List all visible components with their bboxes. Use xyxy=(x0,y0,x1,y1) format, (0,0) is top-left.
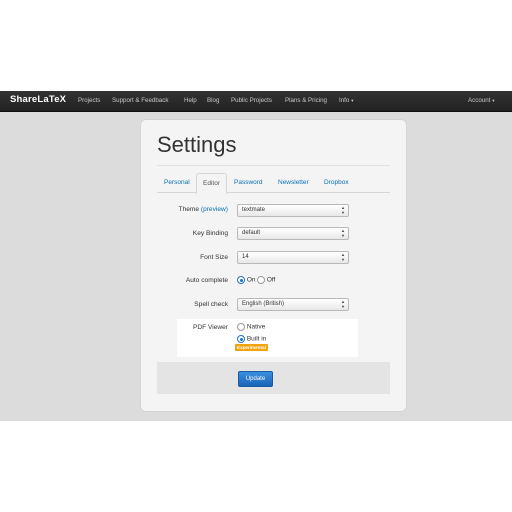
font-size-value: 14 xyxy=(242,254,249,260)
auto-complete-on[interactable]: On xyxy=(237,276,255,284)
key-binding-value: default xyxy=(242,230,261,236)
theme-label-row: Theme (preview) xyxy=(108,206,229,213)
spell-check-select[interactable]: English (British) ▲ ▼ xyxy=(237,298,349,311)
form-footer xyxy=(157,362,390,394)
key-binding-select[interactable]: default ▲ ▼ xyxy=(237,227,349,240)
tab-editor[interactable]: Editor xyxy=(196,173,227,194)
auto-complete-off[interactable]: Off xyxy=(257,276,275,284)
tab-password[interactable]: Password xyxy=(234,179,263,186)
page-title: Settings xyxy=(157,132,237,157)
theme-label: Theme xyxy=(178,206,200,213)
select-arrows-icon: ▲ ▼ xyxy=(341,252,345,262)
nav-blog[interactable]: Blog xyxy=(207,97,219,104)
top-navbar: ShareLaTeX Projects Support & Feedback H… xyxy=(0,91,512,112)
select-arrows-icon: ▲ ▼ xyxy=(341,299,345,309)
nav-info-label: Info xyxy=(339,97,350,104)
auto-complete-on-label: On xyxy=(246,276,256,284)
nav-public-projects[interactable]: Public Projects xyxy=(231,97,272,104)
tab-newsletter[interactable]: Newsletter xyxy=(278,179,309,186)
experimental-badge: Experimental xyxy=(235,344,268,351)
theme-preview-link[interactable]: (preview) xyxy=(201,206,228,213)
settings-card: Settings Personal Editor Password Newsle… xyxy=(140,119,407,412)
divider xyxy=(157,165,390,166)
tab-editor-label: Editor xyxy=(203,180,220,187)
nav-projects[interactable]: Projects xyxy=(78,97,100,104)
radio-checked-icon[interactable] xyxy=(237,276,245,284)
tabs-divider xyxy=(157,192,390,193)
font-size-label: Font Size xyxy=(200,254,228,261)
select-arrows-icon: ▲ ▼ xyxy=(341,205,345,215)
key-binding-label: Key Binding xyxy=(192,230,228,237)
theme-value: textmate xyxy=(242,207,266,213)
tab-dropbox[interactable]: Dropbox xyxy=(324,179,349,186)
radio-unchecked-icon[interactable] xyxy=(257,276,265,284)
nav-support-feedback[interactable]: Support & Feedback xyxy=(112,97,168,104)
update-button[interactable]: Update xyxy=(238,371,273,387)
select-arrows-icon: ▲ ▼ xyxy=(341,228,345,238)
pdf-viewer-built-in[interactable]: Built in xyxy=(237,335,266,343)
nav-info[interactable]: Info▼ xyxy=(339,97,354,104)
nav-account[interactable]: Account▼ xyxy=(468,97,495,104)
pdf-viewer-native-label: Native xyxy=(246,323,266,331)
auto-complete-off-label: Off xyxy=(266,276,276,284)
pdf-viewer-native[interactable]: Native xyxy=(237,323,265,331)
chevron-down-icon: ▼ xyxy=(491,97,496,103)
spell-check-value: English (British) xyxy=(242,301,285,307)
theme-select[interactable]: textmate ▲ ▼ xyxy=(237,204,349,217)
brand-logo[interactable]: ShareLaTeX xyxy=(10,94,66,105)
spell-check-label: Spell check xyxy=(194,301,228,308)
pdf-viewer-label: PDF Viewer xyxy=(192,324,228,331)
nav-plans-pricing[interactable]: Plans & Pricing xyxy=(285,97,327,104)
nav-help[interactable]: Help xyxy=(184,97,197,104)
font-size-select[interactable]: 14 ▲ ▼ xyxy=(237,251,349,264)
radio-unchecked-icon[interactable] xyxy=(237,323,245,331)
auto-complete-label: Auto complete xyxy=(185,277,228,284)
pdf-viewer-built-in-label: Built in xyxy=(246,335,267,343)
tab-personal[interactable]: Personal xyxy=(164,179,190,186)
chevron-down-icon: ▼ xyxy=(350,97,355,103)
nav-account-label: Account xyxy=(468,97,491,104)
radio-checked-icon[interactable] xyxy=(237,335,245,343)
